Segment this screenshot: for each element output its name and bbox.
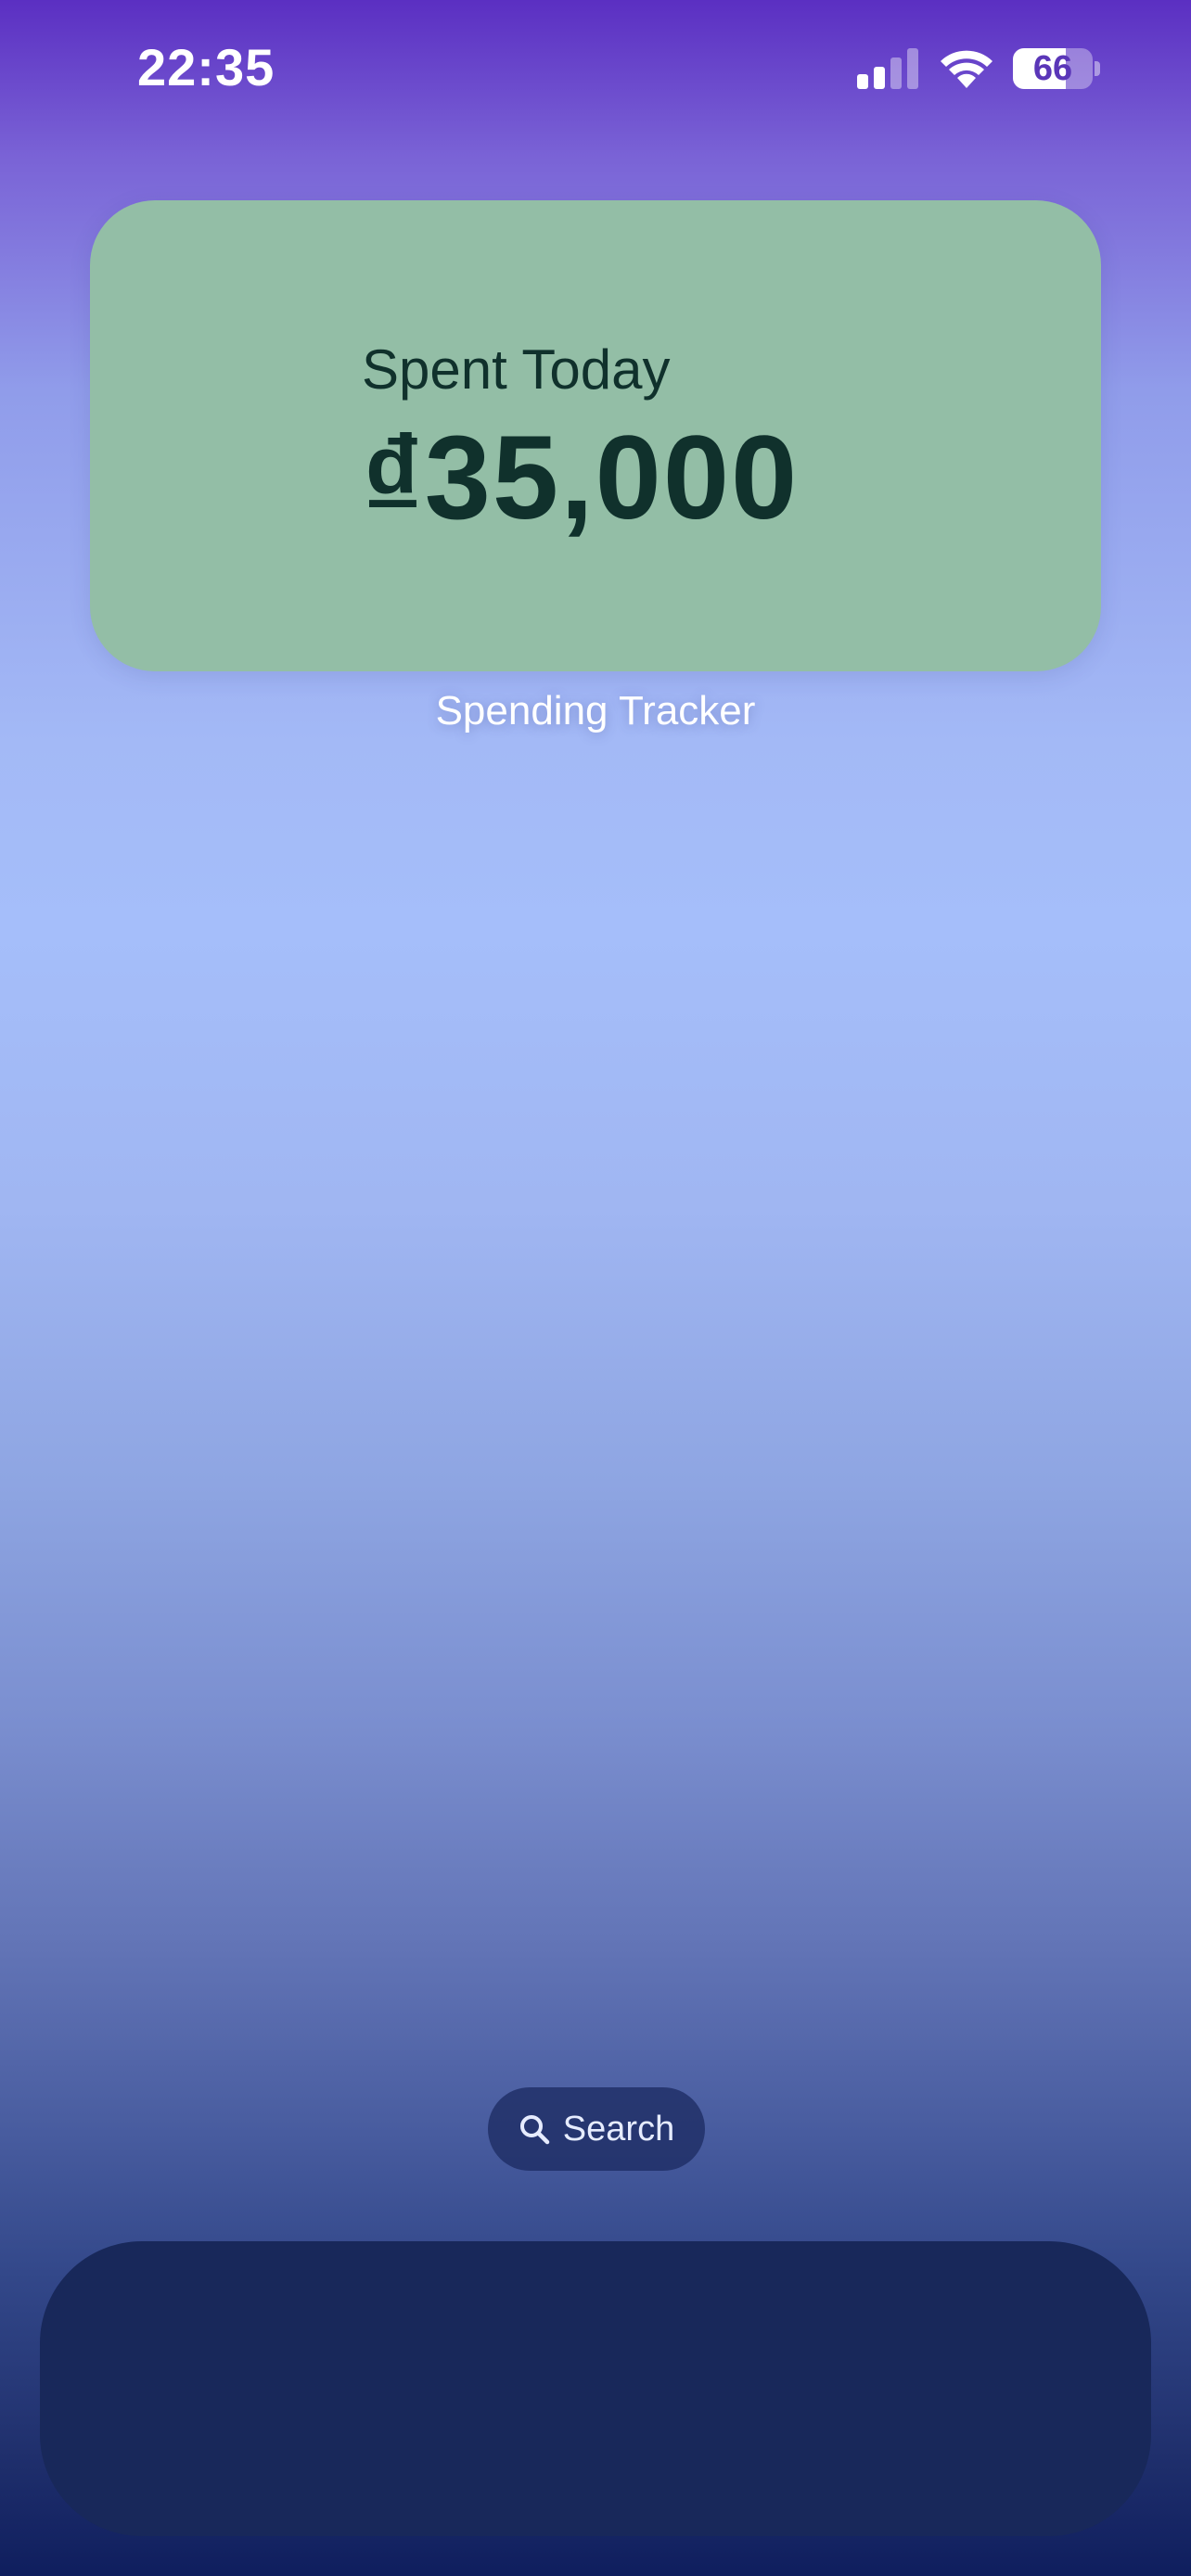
battery-body: 66 — [1013, 48, 1093, 89]
search-label: Search — [562, 2109, 675, 2149]
widget-amount: ₫35,000 — [362, 412, 800, 544]
battery-icon: 66 — [1013, 48, 1102, 89]
widget-label: Spent Today — [362, 338, 671, 401]
status-bar: 22:35 66 — [0, 0, 1191, 139]
search-button[interactable]: Search — [488, 2087, 705, 2171]
widget-app-name: Spending Tracker — [435, 688, 756, 733]
cellular-signal-icon — [857, 48, 918, 89]
battery-percent: 66 — [1032, 49, 1073, 88]
wifi-icon — [941, 50, 992, 88]
battery-nub — [1095, 61, 1100, 76]
search-icon — [519, 2115, 550, 2145]
status-time: 22:35 — [137, 38, 275, 96]
dock — [40, 2241, 1151, 2536]
spending-widget[interactable]: Spent Today ₫35,000 — [90, 200, 1101, 671]
